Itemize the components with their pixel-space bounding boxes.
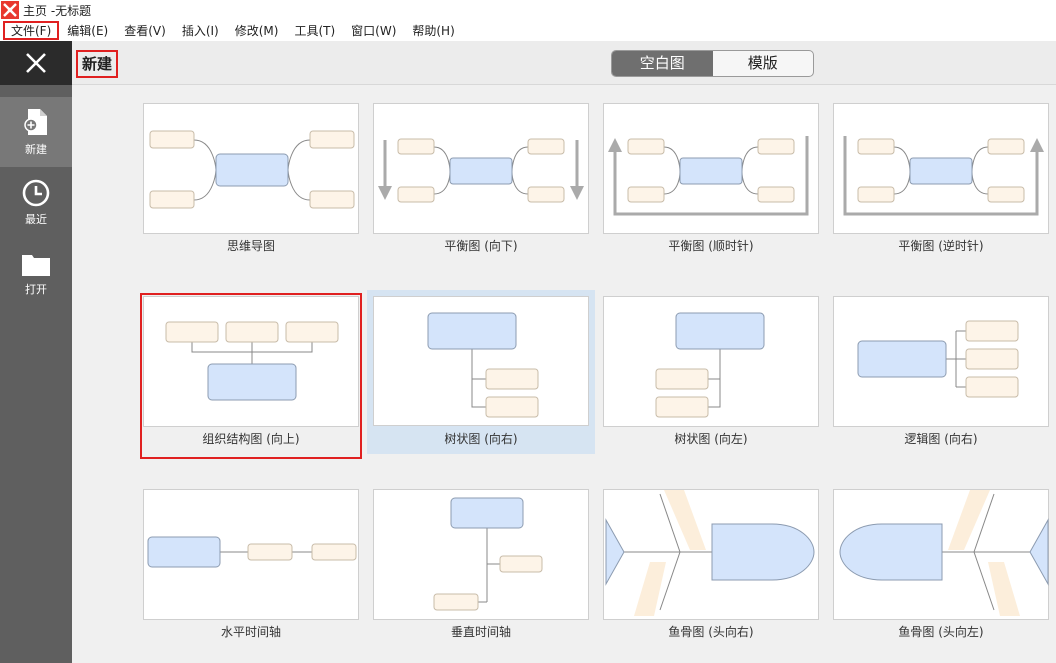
- window-title: 主页 -无标题: [23, 3, 92, 18]
- template-label: 组织结构图 (向上): [202, 432, 300, 446]
- template-gallery: 思维导图 平衡图 (向下) 平衡图 (顺时针) 平衡图 (逆时针) 组织结构图 …: [72, 86, 1056, 663]
- title-bar: 主页 -无标题: [0, 0, 1056, 20]
- template-thumbnail: [373, 296, 589, 426]
- template-logic-right[interactable]: 逻辑图 (向右): [833, 296, 1049, 456]
- template-balance-counterclockwise[interactable]: 平衡图 (逆时针): [833, 103, 1049, 263]
- template-label: 垂直时间轴: [450, 625, 511, 639]
- menu-help[interactable]: 帮助(H): [404, 21, 462, 40]
- template-mind-map[interactable]: 思维导图: [143, 103, 359, 263]
- template-thumbnail: [603, 489, 819, 620]
- close-button[interactable]: [0, 41, 72, 85]
- template-label: 逻辑图 (向右): [904, 432, 978, 446]
- folder-icon: [22, 255, 50, 276]
- template-thumbnail: [833, 489, 1049, 620]
- template-tree-left[interactable]: 树状图 (向左): [603, 296, 819, 456]
- menu-edit[interactable]: 编辑(E): [59, 21, 116, 40]
- template-label: 平衡图 (向下): [444, 239, 518, 253]
- template-fishbone-left[interactable]: 鱼骨图 (头向左): [833, 489, 1049, 649]
- template-balance-down[interactable]: 平衡图 (向下): [373, 103, 589, 263]
- template-label: 平衡图 (逆时针): [898, 239, 984, 253]
- template-thumbnail: [603, 296, 819, 427]
- template-thumbnail: [833, 103, 1049, 234]
- menu-tools[interactable]: 工具(T): [286, 21, 343, 40]
- template-label: 平衡图 (顺时针): [668, 239, 754, 253]
- template-label: 树状图 (向右): [444, 432, 518, 446]
- template-thumbnail: [373, 489, 589, 620]
- menu-insert[interactable]: 插入(I): [174, 21, 227, 40]
- sidebar: 新建 最近 打开: [0, 41, 72, 663]
- menu-modify[interactable]: 修改(M): [227, 21, 287, 40]
- sidebar-item-recent[interactable]: 最近: [0, 169, 72, 239]
- menu-view[interactable]: 查看(V): [116, 21, 174, 40]
- sidebar-item-label: 打开: [25, 283, 47, 296]
- new-file-icon: [24, 109, 47, 135]
- template-label: 思维导图: [226, 239, 275, 253]
- template-org-chart-up[interactable]: 组织结构图 (向上): [140, 293, 362, 459]
- template-thumbnail: [143, 296, 359, 427]
- menu-window[interactable]: 窗口(W): [343, 21, 404, 40]
- tab-blank[interactable]: 空白图: [612, 51, 713, 76]
- template-vertical-timeline[interactable]: 垂直时间轴: [373, 489, 589, 649]
- template-balance-clockwise[interactable]: 平衡图 (顺时针): [603, 103, 819, 263]
- close-icon: [26, 53, 46, 73]
- sidebar-item-label: 最近: [25, 213, 47, 226]
- sidebar-item-open[interactable]: 打开: [0, 241, 72, 311]
- app-logo-icon: [1, 1, 19, 19]
- template-tree-right[interactable]: 树状图 (向右): [367, 290, 595, 454]
- menu-bar: 文件(F) 编辑(E) 查看(V) 插入(I) 修改(M) 工具(T) 窗口(W…: [0, 20, 1056, 41]
- template-label: 鱼骨图 (头向右): [668, 625, 754, 639]
- template-fishbone-right[interactable]: 鱼骨图 (头向右): [603, 489, 819, 649]
- template-thumbnail: [143, 103, 359, 234]
- template-thumbnail: [373, 103, 589, 234]
- template-horizontal-timeline[interactable]: 水平时间轴: [143, 489, 359, 649]
- menu-file[interactable]: 文件(F): [3, 21, 60, 40]
- template-thumbnail: [603, 103, 819, 234]
- template-label: 鱼骨图 (头向左): [898, 625, 984, 639]
- template-label: 水平时间轴: [220, 625, 281, 639]
- sidebar-item-new[interactable]: 新建: [0, 97, 72, 167]
- template-thumbnail: [143, 489, 359, 620]
- tab-template[interactable]: 模版: [713, 51, 814, 76]
- page-title: 新建: [76, 50, 119, 78]
- template-label: 树状图 (向左): [674, 432, 748, 446]
- clock-icon: [22, 179, 50, 207]
- sidebar-item-label: 新建: [25, 143, 47, 156]
- template-thumbnail: [833, 296, 1049, 427]
- view-toggle: 空白图 模版: [611, 50, 814, 77]
- header-bar: 新建 空白图 模版: [72, 41, 1056, 85]
